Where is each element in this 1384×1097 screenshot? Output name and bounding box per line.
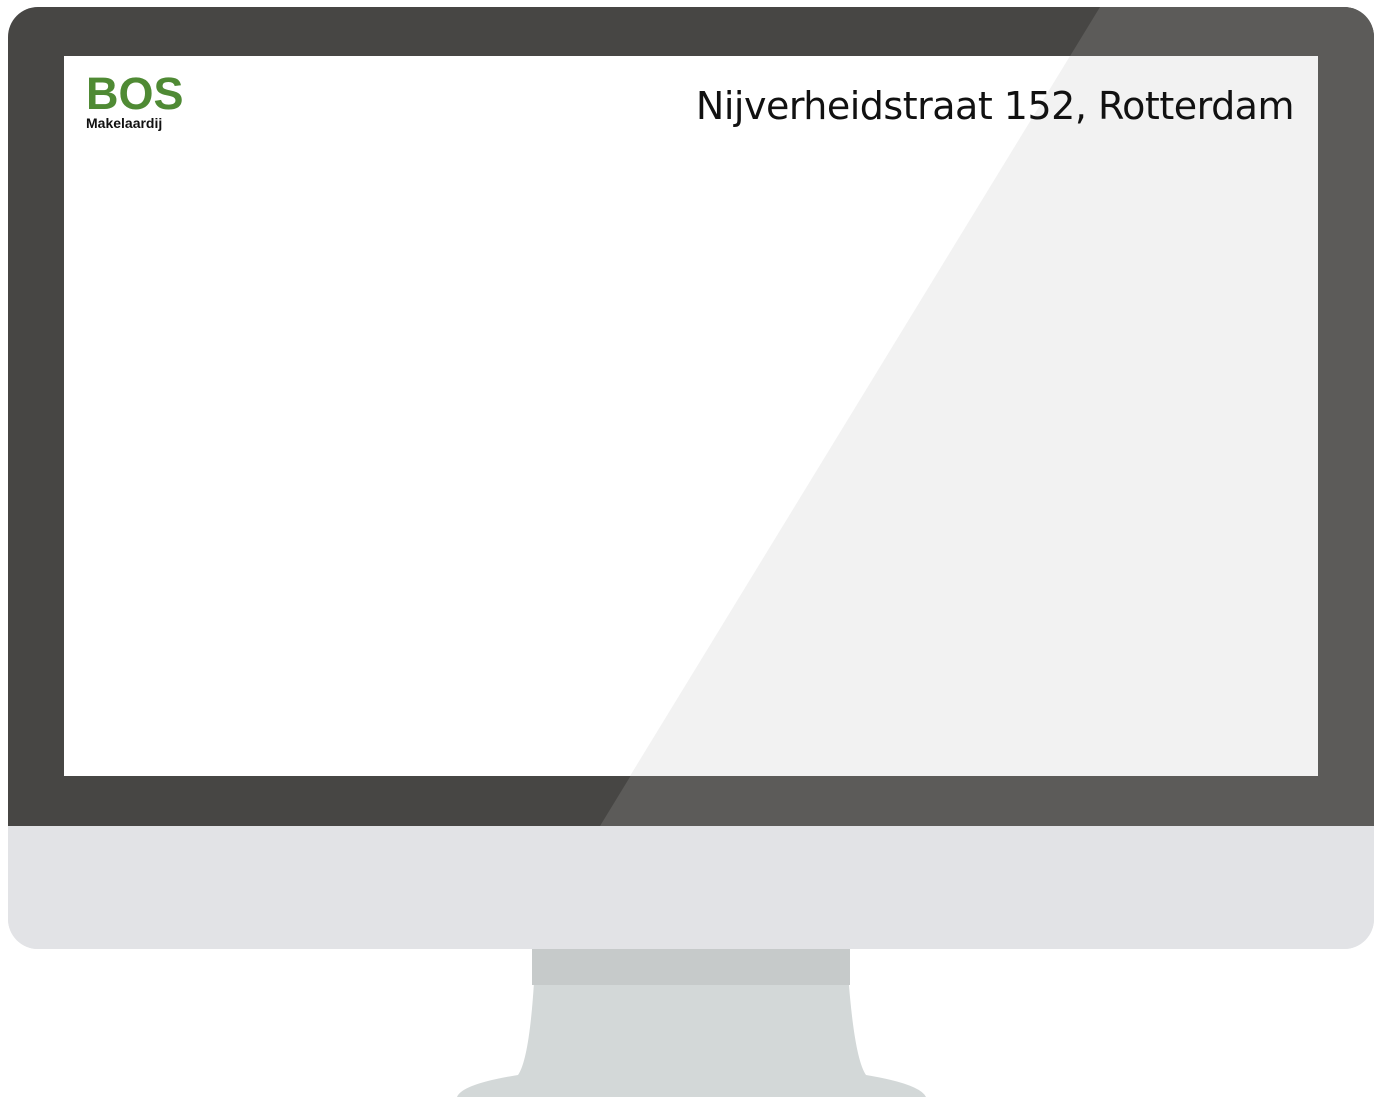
monitor-chin [8, 826, 1374, 949]
monitor: BOS Makelaardij Nijverheidstraat 152, Ro… [8, 7, 1374, 949]
brand-logo[interactable]: BOS Makelaardij [86, 68, 184, 130]
property-address: Nijverheidstraat 152, Rotterdam [695, 84, 1295, 128]
scene: BOS Makelaardij Nijverheidstraat 152, Ro… [0, 0, 1384, 1097]
brand-name: BOS [86, 68, 184, 119]
stand-neck [457, 940, 926, 1097]
screen: BOS Makelaardij Nijverheidstraat 152, Ro… [64, 56, 1318, 776]
screen-glare [630, 56, 1318, 776]
